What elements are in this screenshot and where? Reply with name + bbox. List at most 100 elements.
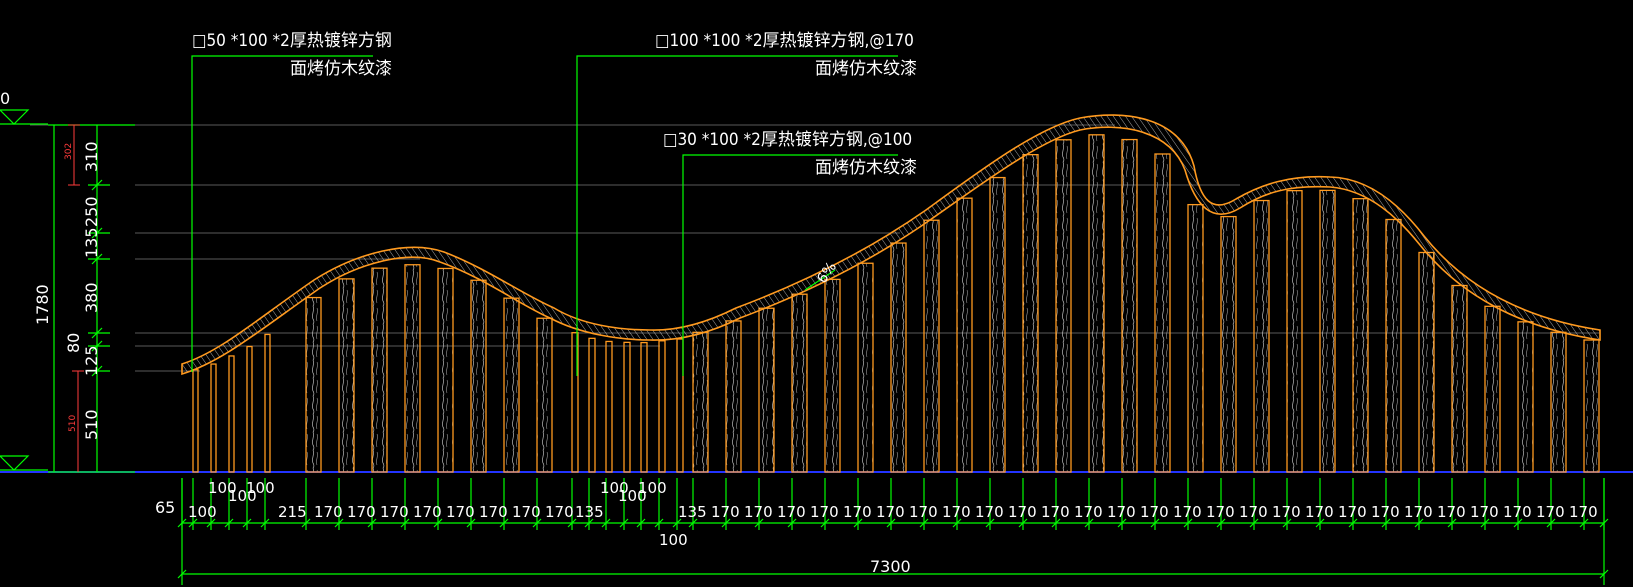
fence-slat <box>404 264 421 473</box>
level-marker-bottom <box>0 455 48 471</box>
bottom-dim-row2-label: 170 <box>1338 503 1367 521</box>
vertical-dim-125: 125 <box>82 345 101 376</box>
fence-slat <box>1154 153 1171 473</box>
bottom-dim-row2-label: 170 <box>446 503 475 521</box>
fence-slat <box>1121 138 1138 473</box>
bottom-dim-row2-label: 170 <box>777 503 806 521</box>
bottom-dim-row2-label: 135 <box>575 503 604 521</box>
fence-slat <box>725 320 742 473</box>
fence-slat <box>640 341 648 473</box>
fence-slat <box>956 197 973 473</box>
callout-1-line2: 面烤仿木纹漆 <box>290 59 392 79</box>
fence-slat <box>1517 321 1534 473</box>
bottom-dim-row2-label: 170 <box>1536 503 1565 521</box>
bottom-dim-row2-label: 100 <box>188 503 217 521</box>
fence-slat <box>1319 189 1336 473</box>
callout-3-line2: 面烤仿木纹漆 <box>815 158 917 178</box>
bottom-dim-total: 7300 <box>870 557 911 576</box>
fence-slat <box>676 338 684 473</box>
callout-2-line1: □100 *100 *2厚热镀锌方钢,@170 <box>655 31 914 51</box>
fence-slat <box>536 317 553 473</box>
fence-slat <box>824 278 841 473</box>
fence-slat <box>338 278 355 473</box>
fence-slat <box>371 267 388 473</box>
fence-slat <box>658 340 666 473</box>
bottom-dim-row2-label: 170 <box>1140 503 1169 521</box>
bottom-dim-row2-label: 170 <box>413 503 442 521</box>
bottom-dim-row2-label: 170 <box>1371 503 1400 521</box>
fence-slat <box>228 355 235 473</box>
bottom-dim-row2-label: 170 <box>1041 503 1070 521</box>
bottom-dim-row2-label: 170 <box>1437 503 1466 521</box>
bottom-dim-row2-label: 170 <box>942 503 971 521</box>
bottom-dim-row2-label: 170 <box>1206 503 1235 521</box>
fence-slat <box>210 363 217 473</box>
vertical-dim-380: 380 <box>82 282 101 313</box>
bottom-dim-row1-f: 100 <box>638 479 667 497</box>
red-dim-bottom: 510 <box>68 414 78 432</box>
bottom-dim-row2-label: 65 <box>155 498 176 517</box>
vertical-dim-80: 80 <box>64 332 83 353</box>
bottom-dim-mid-below: 100 <box>659 531 688 549</box>
bottom-dim-row2-label: 170 <box>1173 503 1202 521</box>
fence-slat <box>1583 339 1600 473</box>
fence-slat <box>1385 218 1402 473</box>
fence-slat <box>264 333 271 473</box>
bottom-dim-row2-label: 170 <box>711 503 740 521</box>
fence-slat <box>1022 153 1039 473</box>
bottom-dim-row2-label: 170 <box>1470 503 1499 521</box>
bottom-dim-row2-label: 170 <box>1569 503 1598 521</box>
fence-slat <box>623 341 631 473</box>
vertical-dim-310: 310 <box>82 141 101 172</box>
bottom-dim-row2-label: 170 <box>1107 503 1136 521</box>
fence-slat <box>1550 331 1567 473</box>
fence-slat <box>503 297 520 473</box>
fence-slat <box>923 219 940 473</box>
fence-slat <box>605 340 613 473</box>
fence-slat <box>1088 134 1105 473</box>
fence-slat <box>470 279 487 473</box>
bottom-dim-row2-label: 170 <box>843 503 872 521</box>
bottom-dim-row2-label: 170 <box>1305 503 1334 521</box>
fence-slat <box>890 242 907 473</box>
bottom-dim-row2-label: 170 <box>347 503 376 521</box>
fence-slat <box>1352 198 1369 473</box>
bottom-dim-row1-c: 100 <box>246 479 275 497</box>
fence-slat <box>588 337 596 473</box>
level-marker-text-fragment: 0 <box>0 89 10 108</box>
fence-slat <box>1055 139 1072 473</box>
bottom-dim-row2-label: 170 <box>512 503 541 521</box>
fence-slat <box>437 267 454 473</box>
fence-slat <box>246 345 253 473</box>
bottom-dim-row2-label: 170 <box>380 503 409 521</box>
callout-2-line2: 面烤仿木纹漆 <box>815 59 917 79</box>
bottom-dim-row2-label: 170 <box>975 503 1004 521</box>
fence-slat <box>305 296 322 473</box>
fence-slat <box>192 369 199 473</box>
callout-3-line1: □30 *100 *2厚热镀锌方钢,@100 <box>663 130 913 150</box>
vertical-dim-135: 135 <box>82 227 101 258</box>
bottom-dim-row2-label: 135 <box>678 503 707 521</box>
vertical-dim-510: 510 <box>82 409 101 440</box>
fence-slat <box>1253 199 1270 473</box>
fence-slat <box>1451 284 1468 473</box>
bottom-dim-row2-label: 170 <box>1008 503 1037 521</box>
level-marker-top <box>0 109 48 125</box>
fence-slat <box>1220 215 1237 473</box>
fence-slat <box>1286 189 1303 473</box>
fence-slat <box>1418 251 1435 473</box>
bottom-dim-row2-label: 170 <box>479 503 508 521</box>
bottom-dim-row2-label: 170 <box>744 503 773 521</box>
bottom-dim-row2-label: 170 <box>909 503 938 521</box>
fence-slat <box>1484 305 1501 473</box>
bottom-dim-row2-label: 170 <box>1404 503 1433 521</box>
bottom-dim-row2-label: 170 <box>1272 503 1301 521</box>
fence-slat <box>758 307 775 473</box>
fence-slat <box>1187 203 1204 473</box>
fence-slat <box>857 262 874 473</box>
bottom-dim-row2-label: 170 <box>314 503 343 521</box>
bottom-dim-row2-label: 215 <box>278 503 307 521</box>
fence-slat <box>791 293 808 473</box>
callout-1-line1: □50 *100 *2厚热镀锌方钢 <box>192 31 392 51</box>
bottom-dim-row2-label: 170 <box>545 503 574 521</box>
